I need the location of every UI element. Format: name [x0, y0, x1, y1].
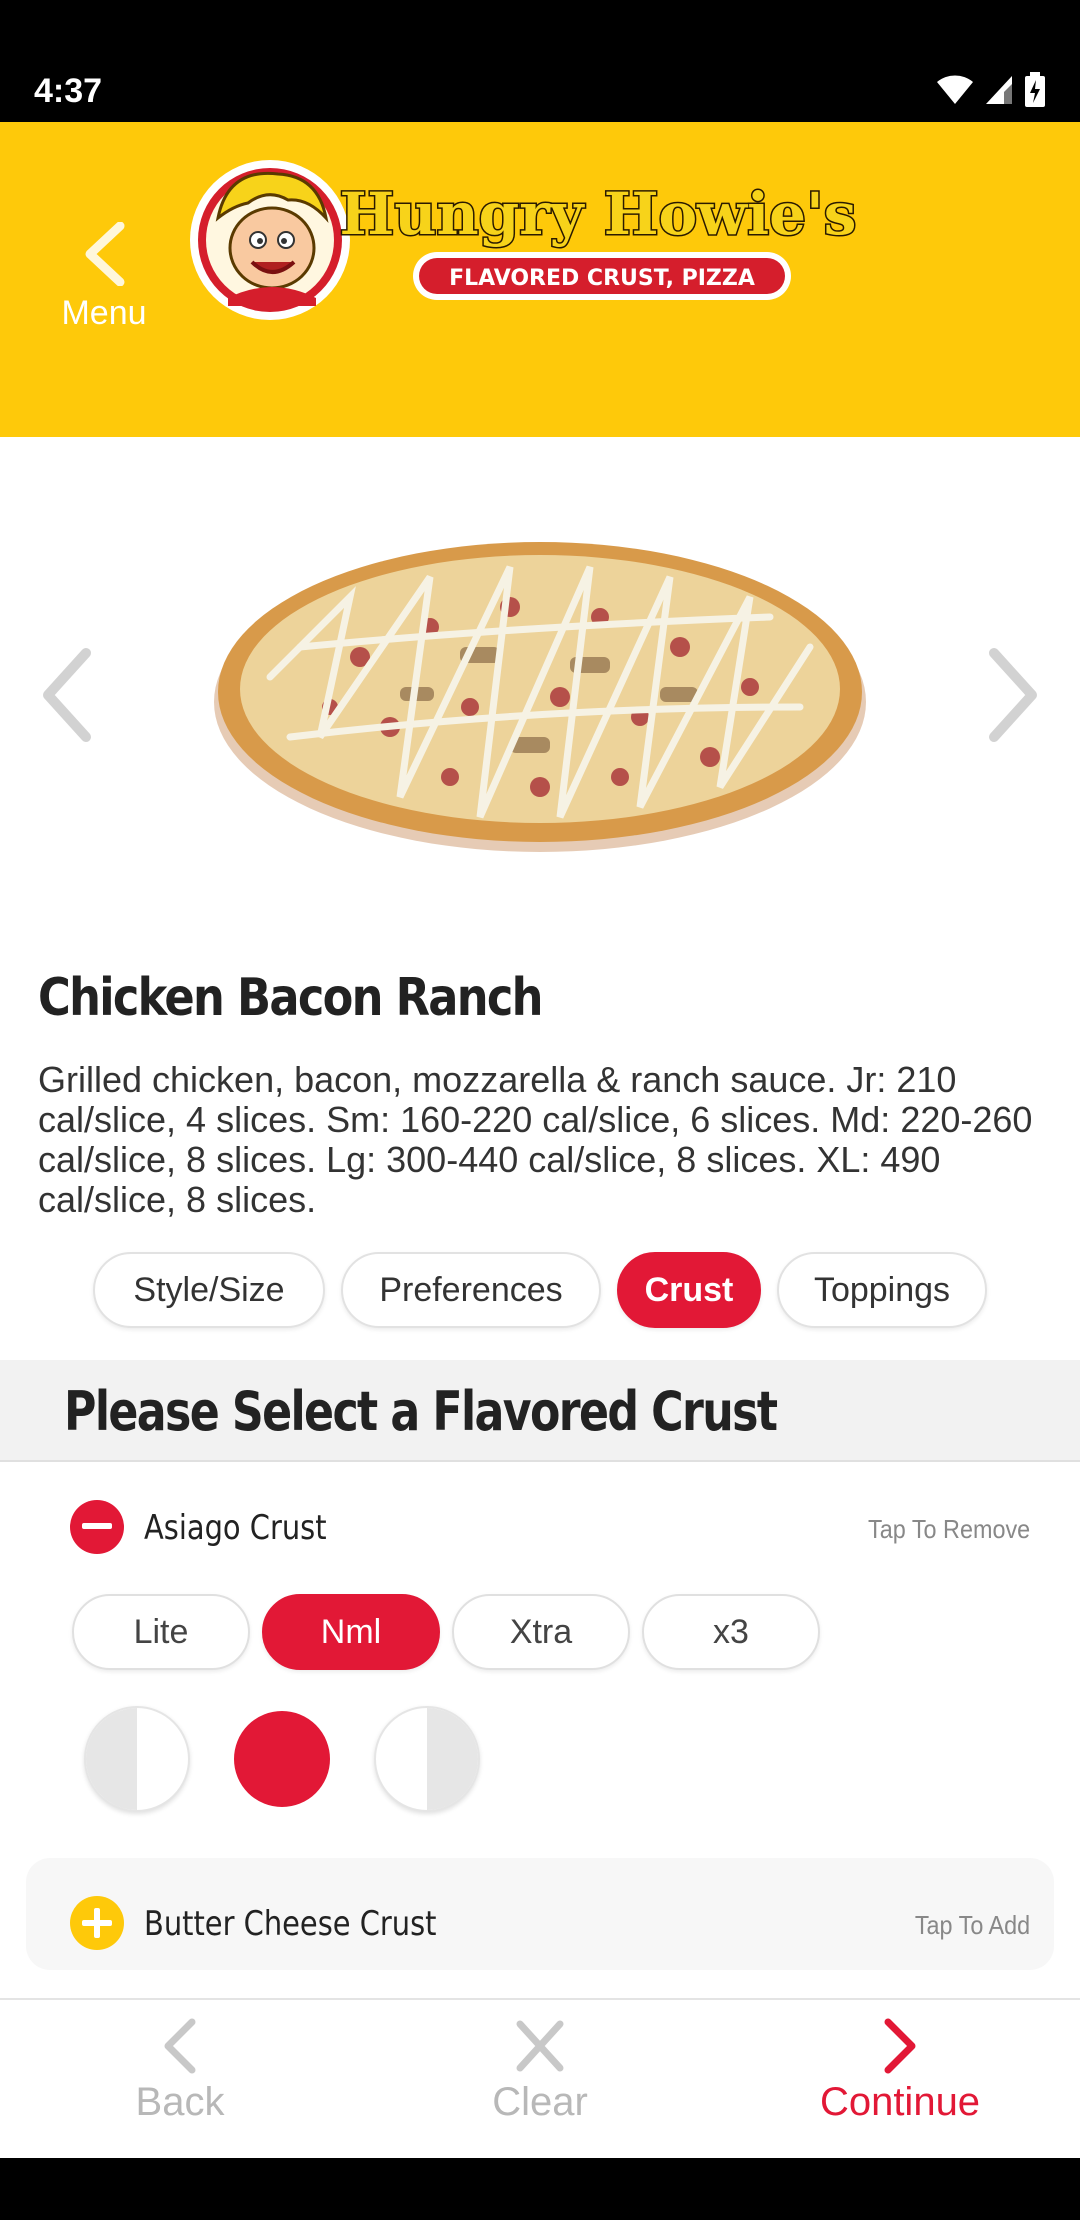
chevron-left-icon [85, 222, 125, 286]
section-header: Please Select a Flavored Crust [0, 1360, 1080, 1462]
svg-text:Hungry Howie's: Hungry Howie's [340, 180, 857, 248]
crust-option-name: Asiago Crust [144, 1508, 327, 1548]
left-half-portion-icon[interactable] [84, 1706, 190, 1812]
previous-image-arrow[interactable] [38, 647, 94, 743]
tap-to-add-hint: Tap To Add [914, 1910, 1030, 1940]
remove-icon[interactable] [70, 1500, 124, 1554]
whole-portion-icon[interactable] [234, 1711, 330, 1807]
chevron-left-icon [164, 2018, 196, 2074]
crust-option-name: Butter Cheese Crust [144, 1904, 437, 1944]
clear-button[interactable]: Clear [360, 2018, 720, 2125]
wifi-icon [937, 75, 973, 104]
amount-lite-button[interactable]: Lite [72, 1594, 250, 1670]
amount-triple-button[interactable]: x3 [642, 1594, 820, 1670]
brand-logo: Hungry Howie's FLAVORED CRUST, PIZZA [190, 160, 858, 320]
pizza-image [214, 542, 866, 852]
crust-option-butter-cheese[interactable]: Butter Cheese Crust Tap To Add [0, 1884, 1080, 1964]
amount-extra-button[interactable]: Xtra [452, 1594, 630, 1670]
amount-selector: Lite Nml Xtra x3 [72, 1594, 820, 1670]
add-icon[interactable] [70, 1896, 124, 1950]
next-image-arrow[interactable] [986, 647, 1042, 743]
tab-toppings[interactable]: Toppings [777, 1252, 987, 1328]
status-time: 4:37 [34, 72, 103, 110]
back-button[interactable]: Back [0, 2018, 360, 2125]
clear-label: Clear [492, 2080, 588, 2124]
tab-style-size[interactable]: Style/Size [93, 1252, 325, 1328]
back-to-menu-label: Menu [61, 294, 147, 332]
customization-tabs: Style/Size Preferences Crust Toppings [0, 1252, 1080, 1328]
portion-selector [84, 1706, 480, 1812]
svg-text:FLAVORED CRUST, PIZZA: FLAVORED CRUST, PIZZA [449, 266, 755, 291]
section-title: Please Select a Flavored Crust [64, 1380, 778, 1443]
status-icons [936, 72, 1046, 108]
cell-signal-icon [986, 76, 1012, 104]
chevron-right-icon [884, 2018, 916, 2074]
back-to-menu-button[interactable]: Menu [44, 222, 164, 333]
tab-crust[interactable]: Crust [617, 1252, 761, 1328]
product-title: Chicken Bacon Ranch [38, 968, 544, 1028]
product-image-carousel [0, 437, 1080, 957]
tab-preferences[interactable]: Preferences [341, 1252, 601, 1328]
close-icon [516, 2020, 564, 2072]
system-navigation-bar [0, 2158, 1080, 2220]
amount-normal-button[interactable]: Nml [262, 1594, 440, 1670]
back-label: Back [135, 2080, 225, 2124]
product-description: Grilled chicken, bacon, mozzarella & ran… [38, 1059, 1033, 1220]
tap-to-remove-hint: Tap To Remove [867, 1514, 1030, 1544]
crust-option-asiago[interactable]: Asiago Crust Tap To Remove [0, 1488, 1080, 1568]
continue-button[interactable]: Continue [720, 2018, 1080, 2125]
status-bar: 4:37 [0, 0, 1080, 122]
battery-charging-icon [1025, 72, 1045, 107]
bottom-navigation: Back Clear Continue [0, 1998, 1080, 2158]
right-half-portion-icon[interactable] [374, 1706, 480, 1812]
continue-label: Continue [819, 2080, 981, 2124]
app-header: Menu Hungry Howie's FLAVORED CRUST, PIZZ… [0, 122, 1080, 437]
